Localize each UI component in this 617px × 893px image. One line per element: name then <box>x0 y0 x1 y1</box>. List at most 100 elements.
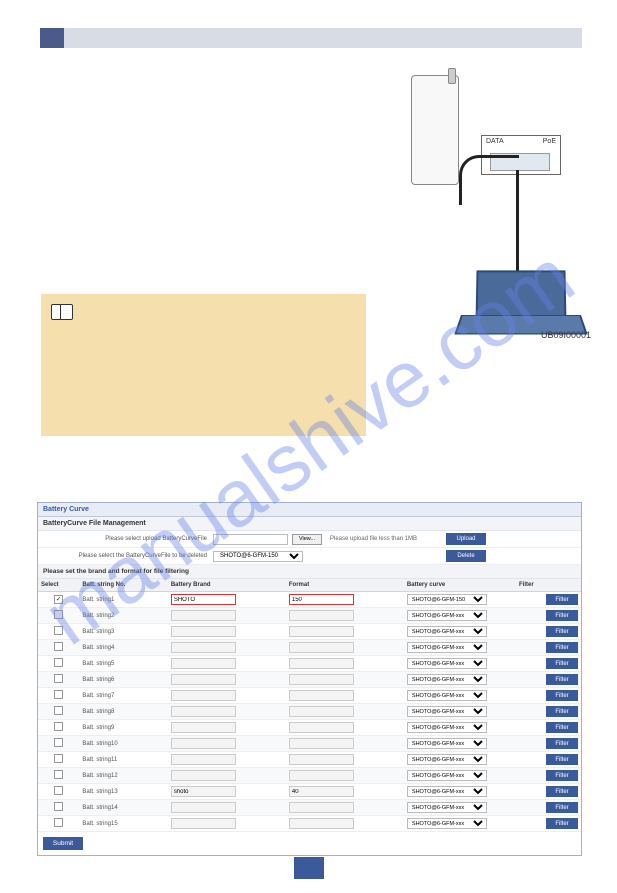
row-checkbox[interactable] <box>54 706 63 715</box>
row-checkbox[interactable] <box>54 626 63 635</box>
filter-button[interactable]: Filter <box>546 690 578 701</box>
format-input[interactable] <box>289 706 354 717</box>
upload-hint: Please upload file less than 1MB <box>330 536 417 542</box>
row-checkbox[interactable] <box>54 770 63 779</box>
filter-button[interactable]: Filter <box>546 770 578 781</box>
row-checkbox[interactable] <box>54 738 63 747</box>
brand-input[interactable] <box>171 626 236 637</box>
battery-curve-panel: Battery Curve BatteryCurve File Manageme… <box>37 502 582 856</box>
row-checkbox[interactable] <box>54 595 63 604</box>
table-row: Batt. string8 SHOTO@6-GFM-xxx Filter <box>38 704 581 720</box>
filter-button[interactable]: Filter <box>546 626 578 637</box>
row-checkbox[interactable] <box>54 690 63 699</box>
row-checkbox[interactable] <box>54 658 63 667</box>
device-icon <box>411 75 459 185</box>
table-row: Batt. string12 SHOTO@6-GFM-xxx Filter <box>38 768 581 784</box>
filter-button[interactable]: Filter <box>546 594 578 605</box>
brand-input[interactable] <box>171 642 236 653</box>
filter-button[interactable]: Filter <box>546 754 578 765</box>
curve-select[interactable]: SHOTO@6-GFM-xxx <box>407 802 487 813</box>
brand-input[interactable] <box>171 674 236 685</box>
filter-button[interactable]: Filter <box>546 802 578 813</box>
curve-select[interactable]: SHOTO@6-GFM-xxx <box>407 642 487 653</box>
curve-select[interactable]: SHOTO@6-GFM-xxx <box>407 770 487 781</box>
row-checkbox[interactable] <box>54 674 63 683</box>
format-input[interactable] <box>289 658 354 669</box>
format-input[interactable] <box>289 642 354 653</box>
format-input[interactable] <box>289 770 354 781</box>
row-checkbox[interactable] <box>54 802 63 811</box>
brand-input[interactable] <box>171 594 236 605</box>
curve-select[interactable]: SHOTO@6-GFM-xxx <box>407 786 487 797</box>
table-row: Batt. string3 SHOTO@6-GFM-xxx Filter <box>38 624 581 640</box>
filter-button[interactable]: Filter <box>546 818 578 829</box>
curve-select[interactable]: SHOTO@6-GFM-xxx <box>407 658 487 669</box>
curve-select[interactable]: SHOTO@6-GFM-xxx <box>407 626 487 637</box>
brand-input[interactable] <box>171 706 236 717</box>
format-input[interactable] <box>289 610 354 621</box>
format-input[interactable] <box>289 722 354 733</box>
brand-input[interactable] <box>171 786 236 797</box>
row-checkbox[interactable] <box>54 818 63 827</box>
row-no: Batt. string15 <box>79 816 168 832</box>
curve-select[interactable]: SHOTO@6-GFM-xxx <box>407 610 487 621</box>
row-no: Batt. string4 <box>79 640 168 656</box>
row-no: Batt. string13 <box>79 784 168 800</box>
format-input[interactable] <box>289 690 354 701</box>
table-row: Batt. string6 SHOTO@6-GFM-xxx Filter <box>38 672 581 688</box>
curve-select[interactable]: SHOTO@6-GFM-150 <box>407 594 487 605</box>
format-input[interactable] <box>289 626 354 637</box>
upload-button[interactable]: Upload <box>446 533 486 545</box>
format-input[interactable] <box>289 818 354 829</box>
row-checkbox[interactable] <box>54 722 63 731</box>
curve-select[interactable]: SHOTO@6-GFM-xxx <box>407 738 487 749</box>
brand-input[interactable] <box>171 690 236 701</box>
row-checkbox[interactable] <box>54 786 63 795</box>
brand-input[interactable] <box>171 770 236 781</box>
cable-icon <box>459 155 519 205</box>
row-checkbox[interactable] <box>54 610 63 619</box>
curve-select[interactable]: SHOTO@6-GFM-xxx <box>407 674 487 685</box>
format-input[interactable] <box>289 802 354 813</box>
curve-select[interactable]: SHOTO@6-GFM-xxx <box>407 818 487 829</box>
row-no: Batt. string3 <box>79 624 168 640</box>
upload-label: Please select upload BatteryCurveFile <box>43 536 213 542</box>
format-input[interactable] <box>289 786 354 797</box>
filter-button[interactable]: Filter <box>546 706 578 717</box>
brand-input[interactable] <box>171 610 236 621</box>
table-row: Batt. string5 SHOTO@6-GFM-xxx Filter <box>38 656 581 672</box>
upload-file-input[interactable] <box>213 534 288 545</box>
brand-input[interactable] <box>171 802 236 813</box>
curve-select[interactable]: SHOTO@6-GFM-xxx <box>407 722 487 733</box>
filter-button[interactable]: Filter <box>546 674 578 685</box>
format-input[interactable] <box>289 754 354 765</box>
curve-select[interactable]: SHOTO@6-GFM-xxx <box>407 706 487 717</box>
delete-button[interactable]: Delete <box>446 550 486 562</box>
page-header-bar <box>40 28 582 48</box>
delete-select[interactable]: SHOTO@6-GFM-150 <box>213 551 303 562</box>
curve-select[interactable]: SHOTO@6-GFM-xxx <box>407 690 487 701</box>
submit-button[interactable]: Submit <box>43 837 83 850</box>
filter-button[interactable]: Filter <box>546 610 578 621</box>
filter-button[interactable]: Filter <box>546 738 578 749</box>
filter-button[interactable]: Filter <box>546 786 578 797</box>
row-checkbox[interactable] <box>54 754 63 763</box>
note-box <box>41 294 366 436</box>
browse-button[interactable]: View... <box>292 534 322 545</box>
format-input[interactable] <box>289 594 354 605</box>
filter-button[interactable]: Filter <box>546 722 578 733</box>
row-checkbox[interactable] <box>54 642 63 651</box>
connection-diagram: DATA PoE UB09I00001 <box>381 75 591 325</box>
format-input[interactable] <box>289 674 354 685</box>
header-curve: Battery curve <box>404 579 516 592</box>
brand-input[interactable] <box>171 754 236 765</box>
brand-input[interactable] <box>171 658 236 669</box>
brand-input[interactable] <box>171 738 236 749</box>
brand-input[interactable] <box>171 818 236 829</box>
format-input[interactable] <box>289 738 354 749</box>
filter-button[interactable]: Filter <box>546 642 578 653</box>
brand-input[interactable] <box>171 722 236 733</box>
curve-select[interactable]: SHOTO@6-GFM-xxx <box>407 754 487 765</box>
page-footer-block <box>294 857 324 879</box>
filter-button[interactable]: Filter <box>546 658 578 669</box>
